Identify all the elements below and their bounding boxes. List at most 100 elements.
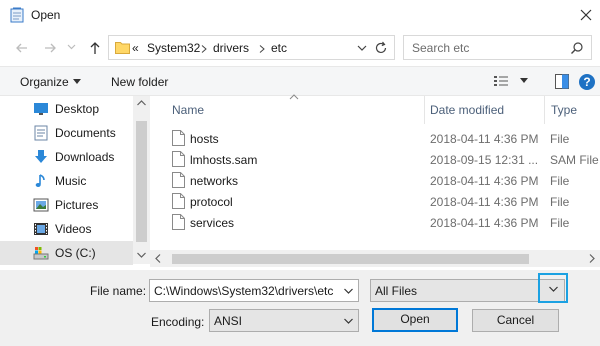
chevron-down-icon[interactable] — [344, 288, 353, 294]
svg-text:?: ? — [583, 75, 590, 89]
column-divider[interactable] — [544, 96, 545, 124]
file-icon — [172, 193, 185, 209]
encoding-select[interactable]: ANSI — [209, 309, 359, 332]
file-row-networks[interactable]: networks 2018-04-11 4:36 PM File — [168, 170, 600, 191]
view-dropdown-icon[interactable] — [520, 78, 528, 84]
breadcrumb-overflow[interactable]: « — [132, 41, 139, 55]
file-name: networks — [190, 174, 239, 188]
file-date: 2018-04-11 4:36 PM — [430, 174, 539, 188]
file-date: 2018-04-11 4:36 PM — [430, 195, 539, 209]
close-icon[interactable] — [577, 6, 595, 24]
sidebar-item-desktop[interactable]: Desktop — [0, 97, 150, 121]
cancel-button[interactable]: Cancel — [472, 309, 559, 332]
new-folder-button[interactable]: New folder — [111, 75, 168, 89]
sidebar-item-label: Documents — [55, 126, 116, 140]
file-type: File — [550, 216, 570, 230]
column-header-type[interactable]: Type — [551, 103, 577, 131]
sidebar-item-documents[interactable]: Documents — [0, 121, 150, 145]
scroll-up-icon[interactable] — [137, 100, 146, 106]
file-name: services — [190, 216, 235, 230]
file-type: File — [550, 174, 570, 188]
music-icon — [35, 174, 45, 187]
notepad-icon — [10, 7, 24, 23]
filter-dropdown-highlight[interactable] — [538, 273, 568, 303]
sidebar-item-os-c[interactable]: OS (C:) — [0, 241, 133, 265]
chevron-down-icon[interactable] — [344, 318, 353, 324]
file-name: hosts — [190, 132, 219, 146]
forward-arrow-icon[interactable] — [41, 39, 59, 57]
preview-pane-icon[interactable] — [555, 74, 569, 89]
sidebar-item-music[interactable]: Music — [0, 169, 150, 193]
organize-dropdown-icon[interactable] — [73, 79, 81, 84]
search-input[interactable]: Search etc — [412, 41, 469, 55]
file-row-lmhosts[interactable]: lmhosts.sam 2018-09-15 12:31 ... SAM Fil… — [168, 149, 600, 170]
command-bar: Organize New folder ? — [0, 66, 600, 96]
encoding-label: Encoding: — [151, 315, 205, 329]
organize-button[interactable]: Organize — [20, 75, 69, 89]
desktop-icon — [34, 103, 48, 115]
breadcrumb-drivers[interactable]: drivers — [213, 41, 249, 55]
sidebar-item-label: OS (C:) — [55, 246, 96, 260]
file-date: 2018-09-15 12:31 ... — [430, 153, 539, 167]
address-bar[interactable]: « System32 drivers etc — [108, 35, 395, 60]
column-header-date[interactable]: Date modified — [430, 103, 504, 131]
column-header-name[interactable]: Name — [172, 103, 204, 131]
view-details-icon[interactable] — [493, 75, 509, 89]
encoding-value: ANSI — [214, 314, 243, 328]
file-list-scrollbar-thumb[interactable] — [172, 254, 529, 264]
breadcrumb-system32[interactable]: System32 — [147, 41, 200, 55]
file-icon — [172, 151, 185, 167]
search-box[interactable]: Search etc — [403, 35, 592, 60]
scroll-left-icon[interactable] — [155, 254, 161, 263]
open-button[interactable]: Open — [372, 308, 458, 332]
sidebar-item-label: Desktop — [55, 102, 100, 116]
file-name: lmhosts.sam — [190, 153, 258, 167]
file-icon — [172, 172, 185, 188]
back-arrow-icon[interactable] — [13, 39, 31, 57]
sort-ascending-icon — [289, 94, 299, 100]
file-name-value[interactable]: C:\Windows\System32\drivers\etc — [154, 284, 333, 298]
breadcrumb-chevron-icon[interactable] — [201, 45, 207, 53]
file-row-services[interactable]: services 2018-04-11 4:36 PM File — [168, 212, 600, 233]
breadcrumb-etc[interactable]: etc — [271, 41, 287, 55]
window-title: Open — [31, 8, 61, 22]
file-type: File — [550, 195, 570, 209]
file-row-hosts[interactable]: hosts 2018-04-11 4:36 PM File — [168, 128, 600, 149]
sidebar-item-label: Music — [55, 174, 87, 188]
search-icon[interactable] — [570, 41, 584, 55]
title-bar: Open — [0, 0, 600, 31]
recent-dropdown-icon[interactable] — [67, 44, 76, 50]
refresh-icon[interactable] — [374, 41, 388, 55]
documents-icon — [34, 125, 48, 141]
chevron-down-icon[interactable] — [549, 286, 558, 292]
file-name-label: File name: — [90, 284, 147, 298]
scroll-down-icon[interactable] — [137, 252, 146, 258]
sidebar-item-label: Pictures — [55, 198, 99, 212]
address-dropdown-icon[interactable] — [357, 43, 367, 53]
pictures-icon — [33, 198, 49, 212]
downloads-icon — [35, 150, 47, 163]
file-type-filter-value: All Files — [375, 284, 418, 298]
breadcrumb-chevron-icon[interactable] — [259, 45, 265, 53]
folder-icon — [115, 42, 130, 54]
sidebar-item-videos[interactable]: Videos — [0, 217, 150, 241]
drive-icon — [33, 247, 49, 260]
sidebar-scrollbar-thumb[interactable] — [136, 121, 147, 242]
sidebar-item-downloads[interactable]: Downloads — [0, 145, 150, 169]
videos-icon — [34, 223, 48, 235]
file-name-field[interactable]: C:\Windows\System32\drivers\etc — [149, 279, 359, 302]
up-arrow-icon[interactable] — [86, 39, 104, 57]
file-date: 2018-04-11 4:36 PM — [430, 132, 539, 146]
file-date: 2018-04-11 4:36 PM — [430, 216, 539, 230]
sidebar-item-pictures[interactable]: Pictures — [0, 193, 150, 217]
column-divider[interactable] — [424, 96, 425, 124]
sidebar-item-label: Videos — [55, 222, 92, 236]
sidebar-item-label: Downloads — [55, 150, 115, 164]
file-type: File — [550, 132, 570, 146]
help-icon[interactable]: ? — [578, 73, 596, 91]
file-row-protocol[interactable]: protocol 2018-04-11 4:36 PM File — [168, 191, 600, 212]
file-icon — [172, 130, 185, 146]
file-type-filter[interactable]: All Files — [370, 279, 565, 302]
scroll-right-icon[interactable] — [589, 254, 595, 263]
file-name: protocol — [190, 195, 233, 209]
